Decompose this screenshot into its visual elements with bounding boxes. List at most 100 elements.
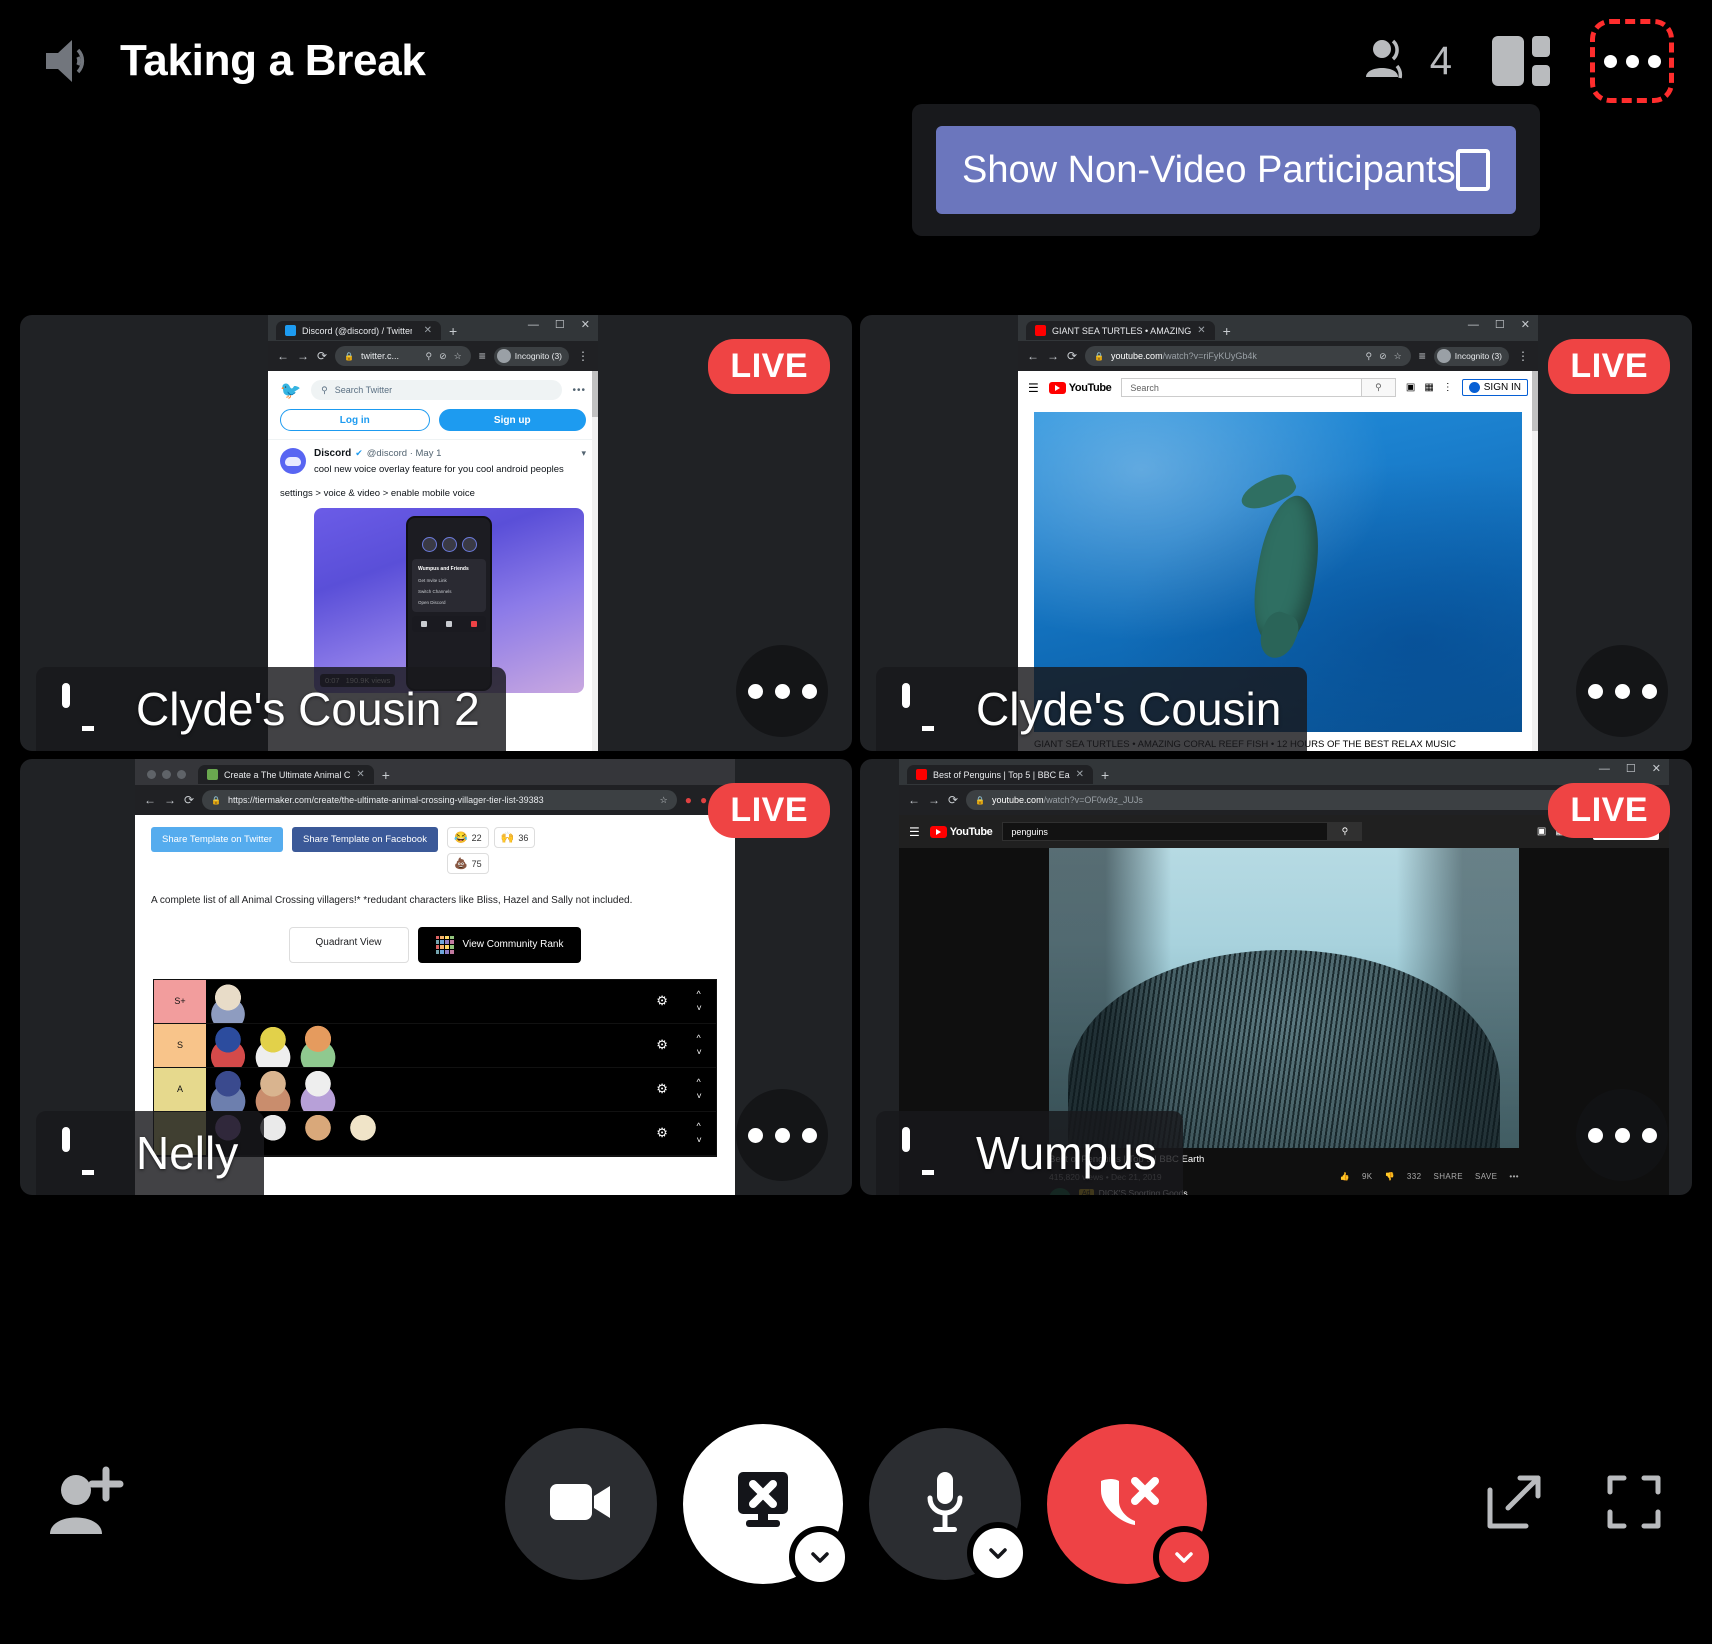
youtube-video-player[interactable]: [1049, 848, 1519, 1148]
browser-tab[interactable]: GIANT SEA TURTLES • AMAZING ✕: [1026, 321, 1215, 340]
video-tile-wumpus[interactable]: Best of Penguins | Top 5 | BBC Ea ✕ + — …: [860, 759, 1692, 1195]
twitter-login-button[interactable]: Log in: [280, 409, 430, 431]
screen-share-stop-button[interactable]: [683, 1424, 851, 1588]
video-tile-clydes-cousin[interactable]: GIANT SEA TURTLES • AMAZING ✕ + — ☐ ✕ ← …: [860, 315, 1692, 751]
quadrant-view-button[interactable]: Quadrant View: [288, 926, 409, 963]
reorder-arrows[interactable]: ^ ˅: [696, 1077, 701, 1101]
tier-items[interactable]: [206, 1067, 642, 1111]
settings-gear-icon[interactable]: ⚙: [656, 993, 668, 1009]
twitter-more-icon[interactable]: •••: [572, 385, 586, 396]
add-person-button[interactable]: [42, 1464, 128, 1545]
youtube-signin-button[interactable]: SIGN IN: [1461, 379, 1528, 396]
reaction-poop[interactable]: 💩 75: [446, 853, 489, 874]
menu-item-show-non-video-participants[interactable]: Show Non-Video Participants: [936, 126, 1516, 214]
close-window-button[interactable]: ✕: [1652, 764, 1661, 775]
mac-window-buttons[interactable]: [143, 770, 186, 779]
tier-items[interactable]: [206, 1023, 642, 1067]
page-scrollbar[interactable]: [592, 371, 598, 751]
youtube-search-input[interactable]: Search: [1121, 378, 1362, 397]
reaction-raised-hands[interactable]: 🙌 36: [493, 827, 536, 848]
reorder-arrows[interactable]: ^ ˅: [696, 1121, 701, 1145]
incognito-profile-chip[interactable]: Incognito (3): [493, 346, 569, 366]
menu-hamburger-icon[interactable]: ☰: [909, 825, 920, 839]
settings-gear-icon[interactable]: ⚙: [656, 1037, 668, 1053]
hide-icon[interactable]: ⊘: [439, 351, 447, 362]
hangup-button[interactable]: [1047, 1424, 1215, 1588]
close-tab-icon[interactable]: ✕: [1197, 325, 1205, 336]
kebab-menu-icon[interactable]: ⋮: [1443, 382, 1453, 393]
close-tab-icon[interactable]: ✕: [356, 769, 364, 780]
hide-icon[interactable]: ⊘: [1379, 351, 1387, 362]
forward-icon[interactable]: →: [297, 350, 309, 362]
address-bar[interactable]: 🔒 https://tiermaker.com/create/the-ultim…: [202, 790, 677, 810]
hangup-options-button[interactable]: [1153, 1526, 1215, 1588]
save-button[interactable]: SAVE: [1475, 1172, 1497, 1181]
close-window-button[interactable]: ✕: [581, 320, 590, 331]
back-icon[interactable]: ←: [277, 350, 289, 362]
participants-button[interactable]: 4: [1360, 34, 1452, 89]
reorder-arrows[interactable]: ^ ˅: [696, 1033, 701, 1057]
share-button[interactable]: SHARE: [1433, 1172, 1463, 1181]
tile-more-options-icon[interactable]: [1576, 645, 1668, 737]
settings-gear-icon[interactable]: ⚙: [656, 1125, 668, 1141]
address-bar[interactable]: 🔒 youtube.com/watch?v=riFyKUyGb4k ⚲ ⊘ ☆: [1085, 346, 1411, 366]
extension-badge-icon[interactable]: ●: [685, 794, 692, 806]
menu-hamburger-icon[interactable]: ☰: [1028, 381, 1039, 395]
browser-tab[interactable]: Discord (@discord) / Twitter close-tab-i…: [276, 321, 441, 340]
share-twitter-button[interactable]: Share Template on Twitter: [151, 827, 284, 852]
checkbox-unchecked-icon[interactable]: [1455, 149, 1490, 191]
forward-icon[interactable]: →: [1047, 350, 1059, 362]
youtube-logo[interactable]: YouTube: [1048, 381, 1112, 394]
browser-tab[interactable]: Best of Penguins | Top 5 | BBC Ea ✕: [907, 765, 1093, 784]
tier-items[interactable]: [206, 979, 642, 1023]
tile-more-options-icon[interactable]: [736, 1089, 828, 1181]
forward-icon[interactable]: →: [928, 794, 940, 806]
minimize-button[interactable]: —: [1599, 764, 1610, 775]
chevron-down-icon[interactable]: ▾: [581, 448, 586, 459]
reload-icon[interactable]: ⟳: [317, 350, 327, 362]
twitter-search-input[interactable]: ⚲ Search Twitter: [311, 380, 563, 400]
create-video-icon[interactable]: ▣: [1406, 382, 1415, 393]
video-tile-nelly[interactable]: Create a The Ultimate Animal C ✕ + ← → ⟳…: [20, 759, 852, 1195]
more-options-icon[interactable]: [1590, 19, 1674, 103]
new-tab-icon[interactable]: +: [1223, 324, 1231, 338]
microphone-button[interactable]: [869, 1428, 1029, 1584]
page-scrollbar[interactable]: [1532, 371, 1538, 751]
bookmark-star-icon[interactable]: ☆: [454, 351, 462, 362]
tile-more-options-icon[interactable]: [736, 645, 828, 737]
back-icon[interactable]: ←: [908, 794, 920, 806]
address-bar[interactable]: 🔒 youtube.com/watch?v=OF0w9z_JUJs ⚲ ⊘ ☆: [966, 790, 1640, 810]
create-video-icon[interactable]: ▣: [1537, 826, 1546, 837]
reload-icon[interactable]: ⟳: [184, 794, 194, 806]
new-tab-icon[interactable]: +: [1101, 768, 1109, 782]
maximize-button[interactable]: ☐: [1626, 764, 1636, 775]
like-icon[interactable]: 👍: [1340, 1172, 1350, 1181]
share-facebook-button[interactable]: Share Template on Facebook: [292, 827, 438, 852]
forward-icon[interactable]: →: [164, 794, 176, 806]
close-window-button[interactable]: ✕: [1521, 320, 1530, 331]
reload-icon[interactable]: ⟳: [1067, 350, 1077, 362]
back-icon[interactable]: ←: [1027, 350, 1039, 362]
view-community-rank-button[interactable]: View Community Rank: [417, 926, 582, 963]
reading-list-icon[interactable]: ≡: [479, 350, 486, 362]
apps-grid-icon[interactable]: ▦: [1424, 382, 1433, 393]
popout-window-button[interactable]: [1482, 1470, 1546, 1539]
recording-icon[interactable]: ●: [700, 794, 707, 806]
new-tab-icon[interactable]: +: [449, 324, 457, 338]
reaction-joy[interactable]: 😂 22: [446, 827, 489, 848]
new-tab-icon[interactable]: +: [382, 768, 390, 782]
tweet-media[interactable]: Wumpus and Friends Get Invite Link Switc…: [314, 507, 584, 693]
browser-tab[interactable]: Create a The Ultimate Animal C ✕: [198, 765, 374, 784]
chrome-menu-icon[interactable]: ⋮: [1517, 350, 1529, 362]
reorder-arrows[interactable]: ^ ˅: [696, 989, 701, 1013]
search-icon[interactable]: ⚲: [426, 351, 433, 362]
youtube-search-input[interactable]: penguins: [1002, 822, 1329, 841]
youtube-logo[interactable]: YouTube: [929, 825, 993, 838]
grid-layout-icon[interactable]: [1492, 36, 1550, 86]
minimize-button[interactable]: —: [528, 320, 539, 331]
minimize-button[interactable]: —: [1468, 320, 1479, 331]
camera-button[interactable]: [505, 1428, 657, 1580]
screen-share-options-button[interactable]: [789, 1526, 851, 1588]
maximize-button[interactable]: ☐: [1495, 320, 1505, 331]
fullscreen-button[interactable]: [1602, 1470, 1666, 1539]
